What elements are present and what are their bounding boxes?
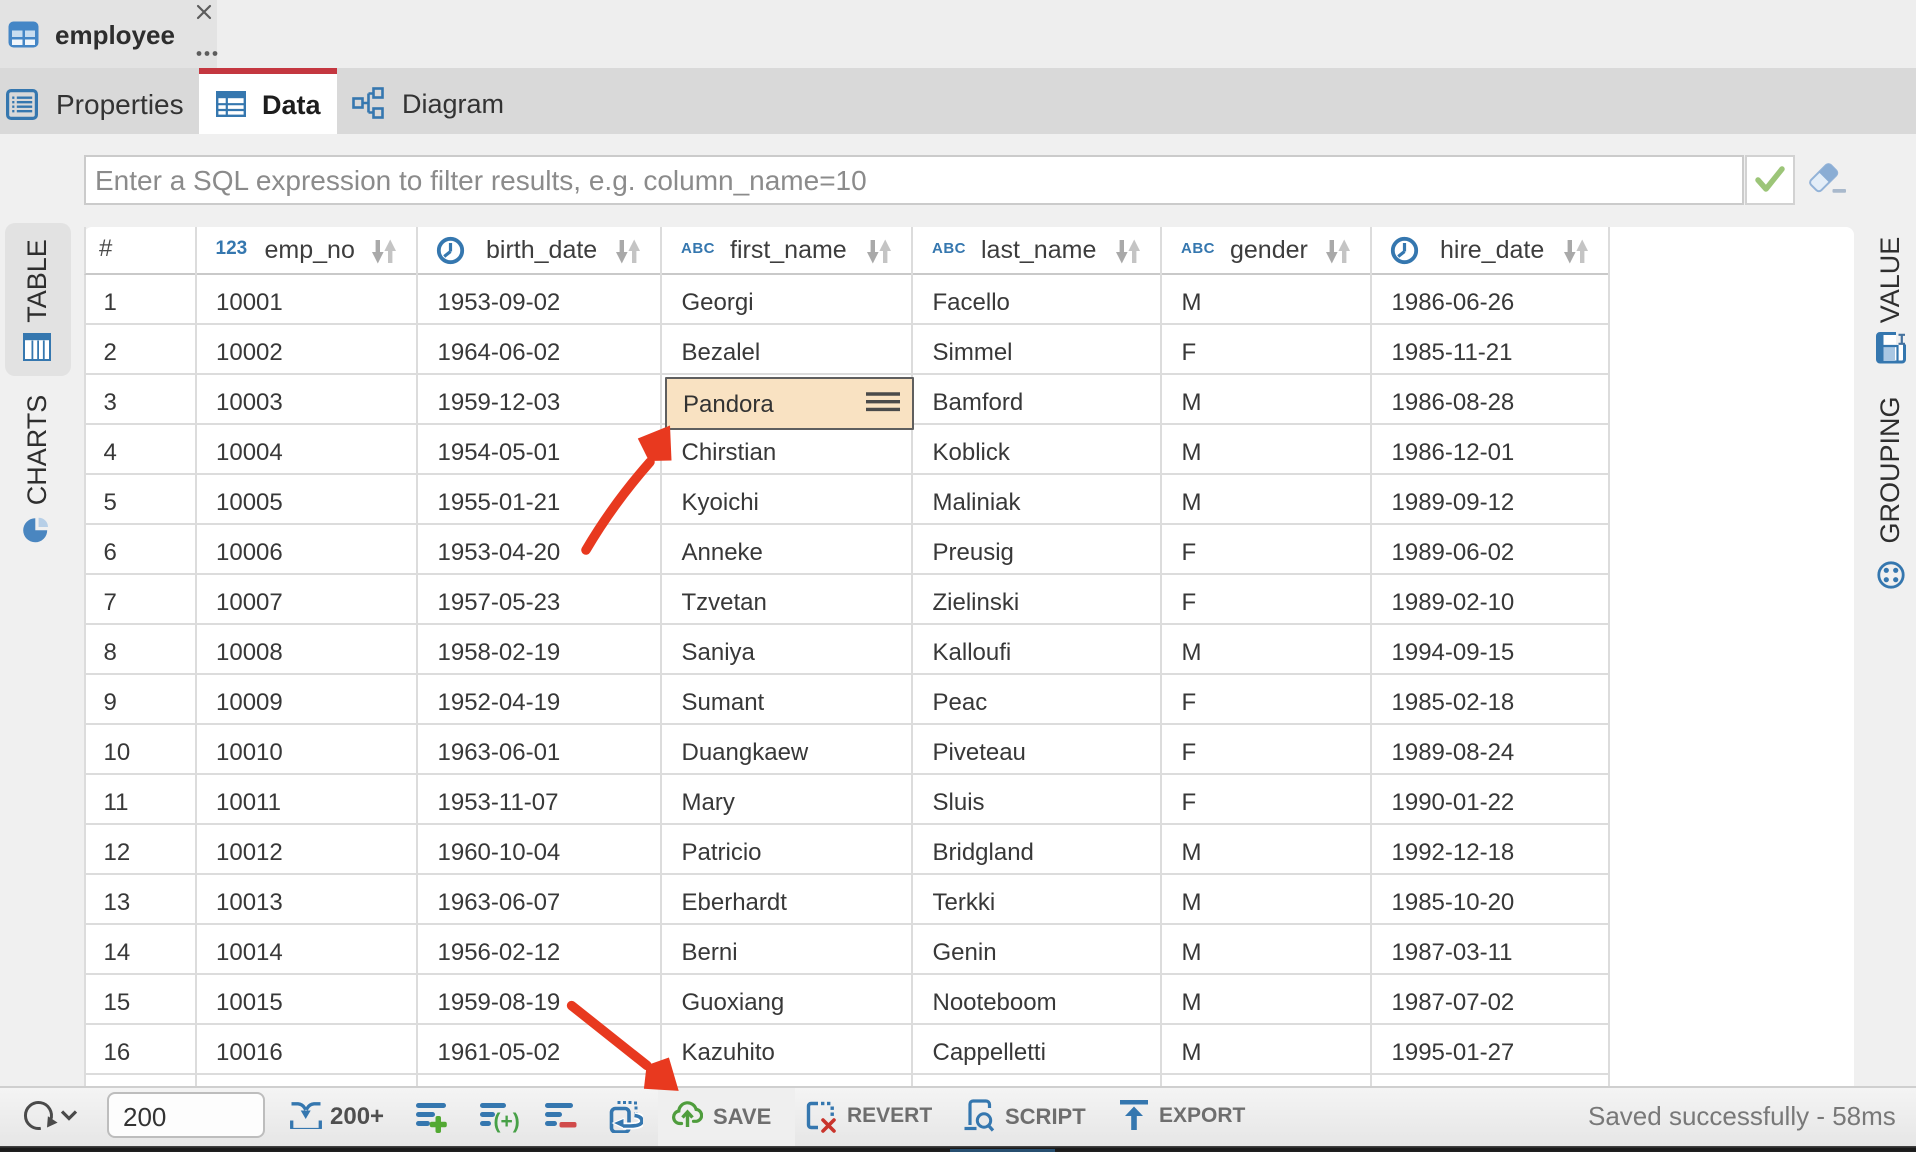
svg-text:(+): (+) [494,1110,520,1133]
